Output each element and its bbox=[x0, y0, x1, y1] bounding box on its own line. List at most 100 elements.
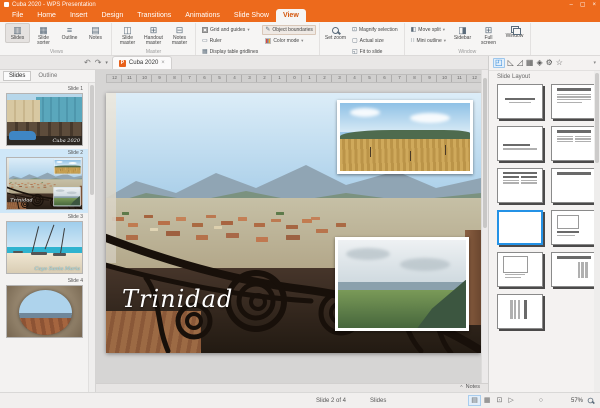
effects-panel-icon[interactable]: ◈ bbox=[536, 59, 542, 67]
tab-close-icon[interactable]: × bbox=[161, 60, 165, 66]
ruler-toggle[interactable]: ▭ Ruler bbox=[199, 36, 261, 46]
menu-slide-show[interactable]: Slide Show bbox=[227, 9, 276, 22]
sidebar-icon: ◨ bbox=[458, 26, 467, 35]
menu-home[interactable]: Home bbox=[30, 9, 63, 22]
panel-scrollbar[interactable] bbox=[594, 71, 600, 392]
normal-view-button[interactable]: ▤ bbox=[468, 395, 481, 406]
notes-view-button[interactable]: ▤ Notes bbox=[83, 23, 108, 43]
sidebar-tab-slides[interactable]: Slides bbox=[3, 71, 31, 81]
window-group-label: Window bbox=[408, 49, 527, 56]
slide-thumbnail-2[interactable]: Slide 2 Trinidad bbox=[0, 149, 95, 213]
layout-thumbnail[interactable] bbox=[497, 168, 543, 203]
ribbon-group-window: ◧ Move split ▾ ∷ Mini outline ▾ ◨ Sideba… bbox=[405, 23, 531, 55]
table-panel-icon[interactable]: ▦ bbox=[526, 59, 534, 67]
redo-icon[interactable]: ↷ bbox=[95, 59, 102, 67]
slides-view-icon: ▥ bbox=[13, 26, 22, 35]
layout-thumbnail[interactable] bbox=[551, 210, 597, 245]
minimize-button[interactable]: ‒ bbox=[569, 2, 572, 8]
ribbon: ▥ Slides ▦ Slide sorter ≡ Outline ▤ Note… bbox=[0, 22, 600, 56]
slide-list: Slide 1 Cuba 2020 Slide 2 bbox=[0, 83, 95, 392]
layout-panel-icon[interactable]: ◰ bbox=[493, 58, 505, 68]
slideshow-button[interactable]: ▷ bbox=[505, 395, 516, 406]
favorites-panel-icon[interactable]: ☆ bbox=[556, 59, 563, 67]
inset-photo-valley[interactable] bbox=[335, 237, 469, 331]
close-button[interactable]: × bbox=[592, 2, 596, 8]
fit-zoom-icon[interactable] bbox=[588, 398, 594, 404]
menu-animations[interactable]: Animations bbox=[178, 9, 227, 22]
menu-design[interactable]: Design bbox=[94, 9, 130, 22]
slide-counter: Slide 2 of 4 bbox=[316, 398, 346, 404]
layout-thumbnail[interactable] bbox=[497, 84, 543, 119]
fit-to-slide-icon: ◱ bbox=[352, 49, 358, 55]
slide4-artwork bbox=[7, 286, 82, 337]
slide-sorter-view-button[interactable]: ▦ bbox=[481, 395, 494, 406]
set-zoom-button[interactable]: Set zoom bbox=[323, 23, 348, 43]
slide-title-text[interactable]: Trinidad bbox=[10, 197, 33, 203]
slide-master-button[interactable]: ◫ Slide master bbox=[115, 23, 140, 49]
horizontal-ruler[interactable]: 1211109876543210123456789101112 bbox=[106, 74, 483, 83]
ribbon-group-zoom: Set zoom ⊡ Magnify selection ▢ Actual si… bbox=[320, 23, 405, 55]
title-bar: Cuba 2020 - WPS Presentation ‒ ▢ × bbox=[0, 0, 600, 9]
layout-thumbnail[interactable] bbox=[551, 168, 597, 203]
grid-and-guides-button[interactable]: Grid and guides ▾ bbox=[199, 25, 261, 35]
slide3-artwork: Cayo Santa Maria bbox=[7, 222, 82, 273]
layout-thumbnail[interactable] bbox=[551, 84, 597, 119]
more-panels-icon[interactable]: ▾ bbox=[593, 60, 596, 66]
inset-photo-valley[interactable] bbox=[53, 187, 80, 206]
layout-thumbnail[interactable] bbox=[497, 210, 543, 245]
slide-sorter-button[interactable]: ▦ Slide sorter bbox=[31, 23, 56, 49]
menu-view[interactable]: View bbox=[276, 9, 306, 22]
handout-master-button[interactable]: ⊞ Handout master bbox=[141, 23, 166, 49]
ruler-icon: ▭ bbox=[202, 38, 208, 44]
full-screen-icon: ⊞ bbox=[485, 26, 493, 35]
notes-master-button[interactable]: ⊟ Notes master bbox=[167, 23, 192, 49]
design-panel-icon[interactable]: ◺ bbox=[508, 59, 514, 67]
current-slide[interactable]: Trinidad bbox=[106, 93, 481, 353]
menu-transitions[interactable]: Transitions bbox=[130, 9, 178, 22]
collapse-icon[interactable]: ^ bbox=[460, 386, 462, 391]
reading-view-button[interactable]: ⊡ bbox=[493, 395, 505, 406]
menu-file[interactable]: File bbox=[5, 9, 30, 22]
slide-thumbnail-4[interactable]: Slide 4 bbox=[0, 277, 95, 341]
inset-photo-field[interactable] bbox=[337, 100, 473, 174]
maximize-button[interactable]: ▢ bbox=[580, 2, 586, 8]
object-boundaries-toggle[interactable]: ✎ Object boundaries bbox=[262, 25, 316, 35]
zoom-level[interactable]: 57% bbox=[571, 398, 583, 404]
chevron-down-icon[interactable]: ▾ bbox=[105, 61, 108, 66]
sidebar-button[interactable]: ◨ Sidebar bbox=[450, 23, 475, 43]
magnify-selection-button[interactable]: ⊡ Magnify selection bbox=[349, 25, 401, 35]
shapes-panel-icon[interactable]: ◿ bbox=[517, 59, 523, 67]
layout-thumbnail[interactable] bbox=[551, 126, 597, 161]
mini-outline-button[interactable]: ∷ Mini outline ▾ bbox=[408, 36, 449, 46]
full-screen-button[interactable]: ⊞ Full screen bbox=[476, 23, 501, 49]
layout-thumbnail[interactable] bbox=[497, 126, 543, 161]
trinidad-slide-photo: Trinidad bbox=[7, 158, 83, 210]
grid-guides-icon bbox=[202, 27, 208, 33]
document-tab[interactable]: P Cuba 2020 × bbox=[112, 56, 172, 69]
move-split-button[interactable]: ◧ Move split ▾ bbox=[408, 25, 449, 35]
window-button[interactable]: Window bbox=[502, 23, 527, 41]
slides-view-button[interactable]: ▥ Slides bbox=[5, 23, 30, 43]
sidebar-scrollbar[interactable] bbox=[88, 83, 95, 392]
color-mode-button[interactable]: Color mode ▾ bbox=[262, 36, 316, 46]
layout-thumbnail[interactable] bbox=[551, 252, 597, 287]
vertical-scrollbar[interactable] bbox=[481, 70, 488, 383]
sidebar-tab-outline[interactable]: Outline bbox=[33, 72, 62, 80]
undo-icon[interactable]: ↶ bbox=[84, 59, 91, 67]
window-title: Cuba 2020 - WPS Presentation bbox=[12, 2, 96, 8]
notes-button[interactable]: Notes bbox=[466, 385, 480, 391]
inset-photo-field[interactable] bbox=[54, 159, 82, 174]
slide-thumbnail-3[interactable]: Slide 3 Cayo Sant bbox=[0, 213, 95, 277]
views-group-label: Views bbox=[5, 49, 108, 56]
settings-panel-icon[interactable]: ⚙ bbox=[546, 59, 553, 67]
magnify-selection-icon: ⊡ bbox=[352, 27, 357, 33]
layout-thumbnail[interactable] bbox=[497, 252, 543, 287]
slide-title-text[interactable]: Trinidad bbox=[122, 285, 233, 313]
outline-view-button[interactable]: ≡ Outline bbox=[57, 23, 82, 43]
slides-sidebar: Slides Outline Slide 1 Cuba 2020 bbox=[0, 70, 96, 392]
layout-thumbnail[interactable] bbox=[497, 294, 543, 329]
actual-size-button[interactable]: ▢ Actual size bbox=[349, 36, 401, 46]
slide-thumbnail-1[interactable]: Slide 1 Cuba 2020 bbox=[0, 85, 95, 149]
play-circle-icon[interactable]: ○ bbox=[539, 397, 543, 404]
menu-insert[interactable]: Insert bbox=[63, 9, 95, 22]
